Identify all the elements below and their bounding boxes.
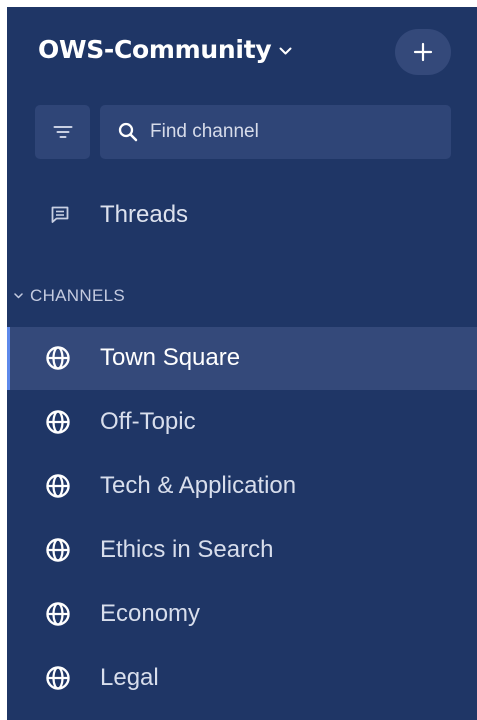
chevron-down-icon	[279, 43, 292, 61]
add-channel-button[interactable]	[395, 29, 451, 75]
channel-item-tech-application[interactable]: Tech & Application	[7, 455, 477, 518]
globe-icon	[45, 665, 71, 691]
sidebar-item-threads[interactable]: Threads	[7, 190, 477, 240]
find-channel-placeholder: Find channel	[150, 121, 259, 142]
channel-label: Ethics in Search	[100, 536, 274, 563]
channel-item-legal[interactable]: Legal	[7, 647, 477, 710]
channel-item-off-topic[interactable]: Off-Topic	[7, 391, 477, 454]
channel-sidebar: OWS-Community Find channel Threads CHANN…	[7, 7, 477, 720]
channel-item-town-square[interactable]: Town Square	[7, 327, 477, 390]
filter-button[interactable]	[35, 105, 90, 159]
channel-label: Tech & Application	[100, 472, 297, 499]
threads-icon	[50, 205, 70, 225]
filter-icon	[53, 124, 73, 140]
channel-label: Legal	[100, 664, 159, 691]
globe-icon	[45, 409, 71, 435]
find-channel-button[interactable]: Find channel	[100, 105, 451, 159]
globe-icon	[45, 601, 71, 627]
globe-icon	[45, 537, 71, 563]
channel-label: Economy	[100, 600, 201, 627]
team-menu-button[interactable]: OWS-Community	[38, 35, 292, 64]
threads-label: Threads	[100, 201, 189, 228]
channel-item-ethics-in-search[interactable]: Ethics in Search	[7, 519, 477, 582]
chevron-down-icon	[14, 293, 23, 299]
sidebar-header: OWS-Community	[7, 7, 477, 97]
globe-icon	[45, 345, 71, 371]
channels-category-label: CHANNELS	[30, 286, 125, 305]
plus-icon	[413, 42, 433, 62]
channel-item-economy[interactable]: Economy	[7, 583, 477, 646]
globe-icon	[45, 473, 71, 499]
team-name: OWS-Community	[38, 35, 272, 64]
channel-label: Town Square	[100, 344, 241, 371]
channels-category-header[interactable]: CHANNELS	[7, 282, 477, 312]
active-channel-indicator	[7, 327, 10, 390]
channel-label: Off-Topic	[100, 408, 196, 435]
search-icon	[118, 122, 138, 142]
